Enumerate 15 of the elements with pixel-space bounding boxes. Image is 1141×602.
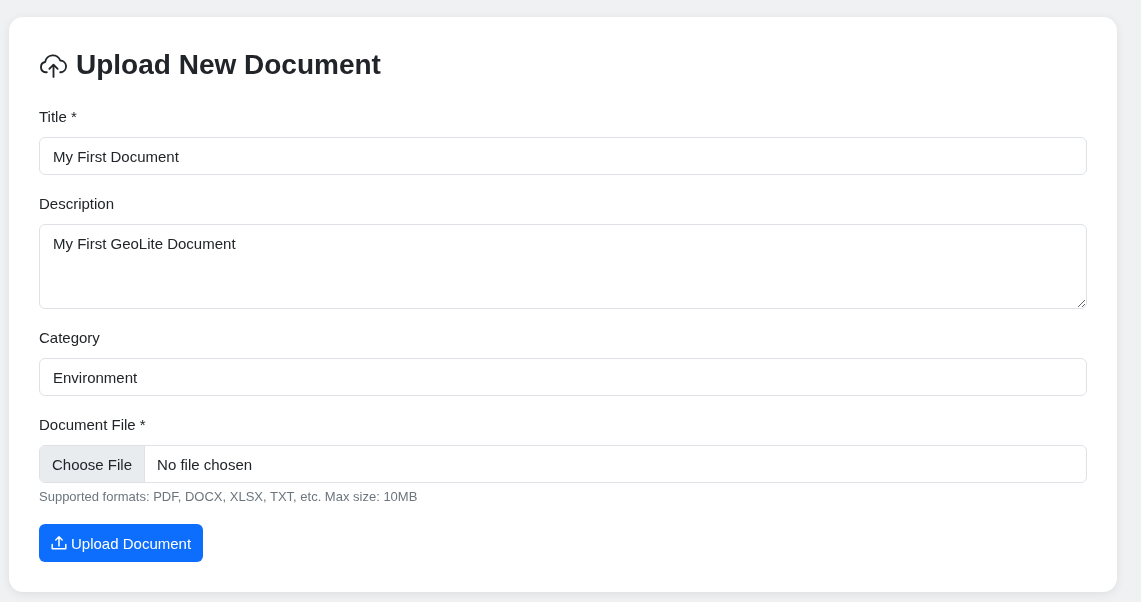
field-label: Description — [39, 194, 115, 214]
upload-document-button[interactable]: Upload Document — [39, 524, 204, 562]
help-text: Supported formats: PDF, DOCX, XLSX, TXT, etc. Max size: 10MB — [39, 488, 418, 506]
text-input-field[interactable]: Environment — [39, 358, 1087, 396]
textarea-field[interactable]: My First GeoLite Document — [39, 224, 1087, 309]
field-label: Title * — [39, 107, 77, 127]
cloud-upload-icon — [39, 52, 68, 78]
field-label: Category — [39, 328, 100, 348]
file-input-field[interactable]: Choose File No file chosen — [39, 445, 1087, 483]
upload-icon — [51, 535, 67, 551]
text-input-field[interactable]: My First Document — [39, 137, 1087, 175]
page-title: Upload New Document — [76, 48, 381, 82]
choose-file-button[interactable]: Choose File — [40, 446, 146, 482]
field-label: Document File * — [39, 415, 146, 435]
file-status-text: No file chosen — [156, 454, 253, 475]
